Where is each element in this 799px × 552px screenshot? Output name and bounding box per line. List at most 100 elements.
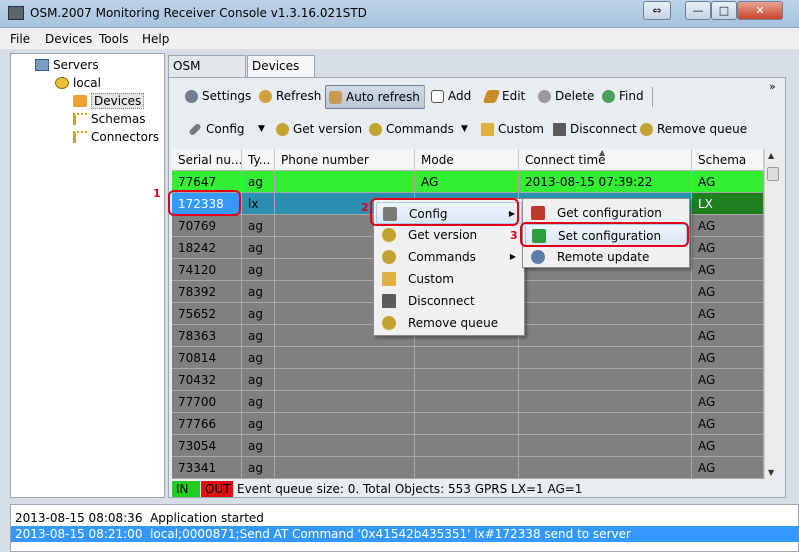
context-menu-remove-queue[interactable]: Remove queue xyxy=(376,312,522,334)
menu-help[interactable]: Help xyxy=(142,32,169,46)
auto-refresh-button[interactable]: Auto refresh xyxy=(325,85,425,109)
context-menu-get-version[interactable]: Get version xyxy=(376,224,522,246)
tree-item-local[interactable]: local xyxy=(55,74,101,92)
context-menu-commands[interactable]: Commands ▶ xyxy=(376,246,522,268)
column-header-schema[interactable]: Schema xyxy=(692,149,764,171)
table-cell-mode[interactable] xyxy=(415,391,519,413)
tab-devices[interactable]: Devices ✕ xyxy=(247,55,315,93)
table-cell-time[interactable] xyxy=(519,391,692,413)
config-button[interactable]: Config xyxy=(186,118,245,142)
table-cell-mode[interactable] xyxy=(415,435,519,457)
table-cell-phone[interactable] xyxy=(275,171,415,193)
find-button[interactable]: Find xyxy=(599,85,644,109)
commands-button[interactable]: Commands xyxy=(366,118,454,142)
commands-dropdown-icon[interactable]: ▼ xyxy=(461,124,468,134)
table-cell-schema[interactable]: AG xyxy=(692,435,764,457)
table-cell-schema[interactable]: AG xyxy=(692,347,764,369)
menu-tools[interactable]: Tools xyxy=(99,32,129,46)
maximize-button[interactable]: □ xyxy=(711,1,737,20)
table-cell-serial[interactable]: 70814 xyxy=(172,347,242,369)
settings-button[interactable]: Settings xyxy=(182,85,251,109)
table-cell-time[interactable] xyxy=(519,435,692,457)
table-cell-schema[interactable]: AG xyxy=(692,369,764,391)
table-cell-type[interactable]: ag xyxy=(242,215,275,237)
table-cell-type[interactable]: ag xyxy=(242,237,275,259)
table-row[interactable]: 73054 ag AG xyxy=(172,435,764,457)
scrollbar-thumb[interactable] xyxy=(767,167,779,181)
log-line[interactable]: 2013-08-15 08:08:36 Application started xyxy=(11,510,799,526)
table-cell-time[interactable] xyxy=(519,303,692,325)
table-cell-schema[interactable]: AG xyxy=(692,237,764,259)
remove-queue-button[interactable]: Remove queue xyxy=(637,118,747,142)
table-row[interactable]: 70432 ag AG xyxy=(172,369,764,391)
event-log[interactable]: 2013-08-15 08:08:36 Application started … xyxy=(10,504,799,552)
table-row[interactable]: 73341 ag AG xyxy=(172,457,764,479)
table-cell-phone[interactable] xyxy=(275,457,415,479)
menu-devices[interactable]: Devices xyxy=(45,32,92,46)
table-cell-type[interactable]: ag xyxy=(242,413,275,435)
config-dropdown-icon[interactable]: ▼ xyxy=(258,124,265,134)
log-line-selected[interactable]: 2013-08-15 08:21:00 local;0000871;Send A… xyxy=(11,526,799,542)
context-menu-custom[interactable]: Custom xyxy=(376,268,522,290)
scroll-down-icon[interactable]: ▼ xyxy=(768,468,774,477)
table-cell-time[interactable] xyxy=(519,325,692,347)
table-cell-phone[interactable] xyxy=(275,347,415,369)
table-cell-schema[interactable]: AG xyxy=(692,215,764,237)
table-cell-phone[interactable] xyxy=(275,391,415,413)
table-cell-type[interactable]: ag xyxy=(242,457,275,479)
get-version-button[interactable]: Get version xyxy=(273,118,362,142)
table-scrollbar[interactable]: ▲ ▼ xyxy=(764,149,781,479)
table-cell-schema[interactable]: AG xyxy=(692,259,764,281)
table-cell-type[interactable]: ag xyxy=(242,171,275,193)
refresh-button[interactable]: Refresh xyxy=(256,85,321,109)
table-cell-time[interactable] xyxy=(519,457,692,479)
table-cell-type[interactable]: ag xyxy=(242,303,275,325)
table-cell-time[interactable] xyxy=(519,347,692,369)
tree-item-schemas[interactable]: Schemas xyxy=(73,110,146,128)
table-cell-phone[interactable] xyxy=(275,413,415,435)
table-row[interactable]: 77700 ag AG xyxy=(172,391,764,413)
column-header-connect-time[interactable]: Connect time ▲ xyxy=(519,149,692,171)
table-cell-type[interactable]: ag xyxy=(242,369,275,391)
table-cell-phone[interactable] xyxy=(275,435,415,457)
table-cell-mode[interactable] xyxy=(415,413,519,435)
table-cell-schema[interactable]: AG xyxy=(692,281,764,303)
table-cell-schema[interactable]: AG xyxy=(692,325,764,347)
table-cell-serial[interactable]: 78363 xyxy=(172,325,242,347)
table-cell-type[interactable]: ag xyxy=(242,435,275,457)
table-cell-phone[interactable] xyxy=(275,369,415,391)
table-cell-mode[interactable]: AG xyxy=(415,171,519,193)
table-cell-serial[interactable]: 74120 xyxy=(172,259,242,281)
table-cell-time[interactable] xyxy=(519,281,692,303)
submenu-get-configuration[interactable]: Get configuration xyxy=(525,202,687,224)
column-header-type[interactable]: Ty... xyxy=(242,149,275,171)
scroll-up-icon[interactable]: ▲ xyxy=(768,151,774,160)
table-cell-type[interactable]: lx xyxy=(242,193,275,215)
table-cell-type[interactable]: ag xyxy=(242,281,275,303)
table-cell-serial[interactable]: 73341 xyxy=(172,457,242,479)
table-cell-serial[interactable]: 77700 xyxy=(172,391,242,413)
close-window-button[interactable]: ✕ xyxy=(737,1,783,20)
tree-item-devices[interactable]: Devices xyxy=(73,92,145,110)
tab-osm-console[interactable]: OSM Console xyxy=(168,55,246,93)
table-cell-time[interactable] xyxy=(519,413,692,435)
custom-button[interactable]: Custom xyxy=(478,118,544,142)
table-cell-serial[interactable]: 70769 xyxy=(172,215,242,237)
delete-button[interactable]: Delete xyxy=(535,85,594,109)
swap-window-button[interactable]: ⇔ xyxy=(643,1,671,20)
table-cell-schema[interactable]: AG xyxy=(692,391,764,413)
table-row[interactable]: 77766 ag AG xyxy=(172,413,764,435)
tree-item-connectors[interactable]: Connectors xyxy=(73,128,159,146)
table-cell-type[interactable]: ag xyxy=(242,347,275,369)
edit-button[interactable]: Edit xyxy=(482,85,525,109)
table-cell-serial[interactable]: 73054 xyxy=(172,435,242,457)
table-row[interactable]: 70814 ag AG xyxy=(172,347,764,369)
table-cell-mode[interactable] xyxy=(415,369,519,391)
table-cell-mode[interactable] xyxy=(415,457,519,479)
disconnect-button[interactable]: Disconnect xyxy=(550,118,637,142)
submenu-remote-update[interactable]: Remote update xyxy=(525,246,687,268)
minimize-button[interactable]: — xyxy=(685,1,711,20)
table-cell-serial[interactable]: 77766 xyxy=(172,413,242,435)
menu-file[interactable]: File xyxy=(10,32,30,46)
add-button[interactable]: Add xyxy=(428,85,471,109)
